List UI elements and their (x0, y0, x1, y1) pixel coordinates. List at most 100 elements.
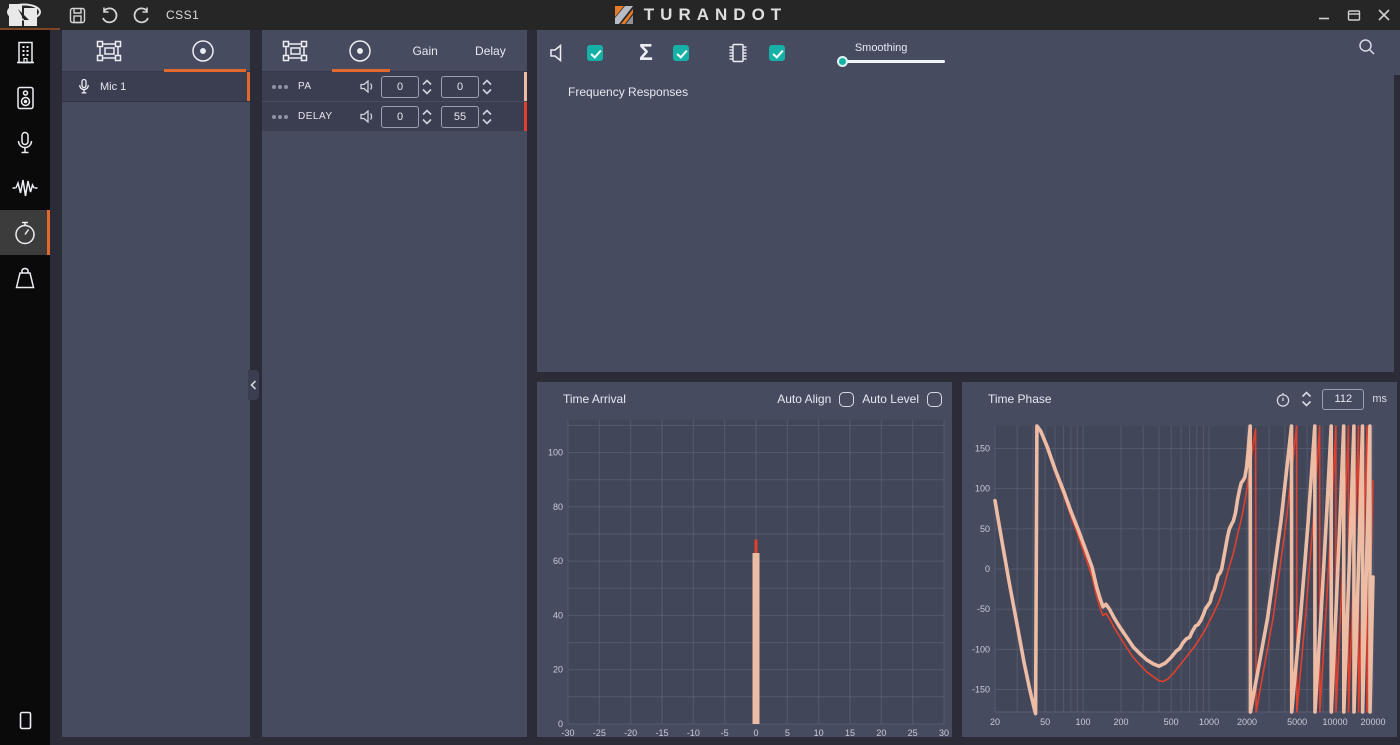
svg-text:5: 5 (785, 728, 790, 737)
channel-mute-button[interactable] (360, 110, 375, 123)
svg-text:-25: -25 (593, 728, 606, 737)
delay-ms-input[interactable] (1322, 389, 1364, 410)
speaker-icon (16, 86, 35, 110)
frequency-responses-title: Frequency Responses (568, 85, 688, 99)
close-button[interactable] (1376, 7, 1392, 23)
gain-input[interactable] (381, 106, 419, 128)
speaker-volume-icon (360, 80, 375, 93)
smoothing-slider-thumb[interactable] (837, 56, 848, 67)
minimize-button[interactable] (1316, 7, 1332, 23)
rail-item-venue[interactable] (0, 30, 50, 75)
app-title: TURANDOT (644, 5, 787, 25)
svg-text:0: 0 (753, 728, 758, 737)
transform-icon (282, 40, 308, 62)
svg-text:5000: 5000 (1287, 717, 1307, 727)
disc-icon (348, 39, 372, 63)
delay-input[interactable] (441, 106, 479, 128)
channel-row-delay: DELAY (262, 102, 527, 131)
channel-label: DELAY (298, 111, 360, 122)
document-name: CSS1 (166, 8, 199, 22)
svg-text:10: 10 (814, 728, 824, 737)
speakers-visibility-checkbox[interactable] (587, 45, 603, 61)
svg-text:60: 60 (553, 556, 563, 566)
auto-level-checkbox[interactable] (927, 392, 942, 407)
speaker-volume-icon (360, 110, 375, 123)
svg-text:100: 100 (975, 484, 990, 494)
gain-stepper[interactable] (419, 75, 435, 99)
rail-item-alignment[interactable] (0, 210, 50, 255)
panel-splitter (250, 30, 262, 737)
time-phase-title: Time Phase (988, 392, 1052, 406)
sum-icon: Σ (639, 41, 653, 64)
rail-item-speakers[interactable] (0, 75, 50, 120)
rail-item-microphones[interactable] (0, 120, 50, 165)
mic-list-item[interactable]: Mic 1 (62, 72, 250, 102)
mic-list-panel: Mic 1 (62, 30, 250, 737)
svg-text:40: 40 (553, 610, 563, 620)
microphone-icon (78, 78, 90, 95)
delay-column-header: Delay (458, 44, 523, 58)
search-icon (1358, 38, 1376, 56)
brand-mark-icon (613, 4, 635, 26)
processor-visibility-checkbox[interactable] (769, 45, 785, 61)
tab-mic-list[interactable] (156, 30, 250, 72)
undo-button[interactable] (98, 4, 120, 26)
delay-input[interactable] (441, 76, 479, 98)
delay-stepper[interactable] (479, 105, 495, 129)
gain-input[interactable] (381, 76, 419, 98)
svg-text:-5: -5 (721, 728, 729, 737)
microphone-icon (16, 131, 34, 155)
gain-column-header: Gain (393, 44, 458, 58)
save-button[interactable] (66, 4, 88, 26)
rail-item-weighting[interactable] (0, 255, 50, 300)
svg-text:30: 30 (939, 728, 949, 737)
tab-channel-geometry[interactable] (262, 30, 327, 72)
time-arrival-chart[interactable]: 020406080100-30-25-20-15-10-505101520253… (537, 382, 952, 737)
side-panel-icon (19, 711, 32, 730)
svg-text:50: 50 (980, 524, 990, 534)
channel-mute-button[interactable] (360, 80, 375, 93)
rail-item-measure[interactable] (0, 165, 50, 210)
row-menu-icon[interactable] (272, 115, 290, 119)
redo-button[interactable] (130, 4, 152, 26)
svg-text:80: 80 (553, 502, 563, 512)
auto-align-checkbox[interactable] (839, 392, 854, 407)
svg-text:20: 20 (553, 665, 563, 675)
time-arrival-panel: 020406080100-30-25-20-15-10-505101520253… (537, 382, 952, 737)
row-menu-icon[interactable] (272, 85, 290, 89)
mic-label: Mic 1 (100, 81, 126, 93)
weight-icon (14, 267, 36, 289)
channel-color-stripe (524, 102, 527, 131)
transform-icon (96, 40, 122, 62)
smoothing-label: Smoothing (837, 42, 945, 54)
svg-text:10000: 10000 (1323, 717, 1348, 727)
search-button[interactable] (1358, 38, 1376, 56)
delay-stepper[interactable] (479, 75, 495, 99)
collapse-panel-button[interactable] (248, 370, 259, 400)
svg-text:-30: -30 (561, 728, 574, 737)
time-phase-chart[interactable]: -150-100-5005010015020501002005001000200… (962, 382, 1397, 737)
tab-channel-list[interactable] (327, 30, 392, 72)
svg-text:25: 25 (908, 728, 918, 737)
svg-text:-50: -50 (977, 604, 990, 614)
svg-text:1000: 1000 (1199, 717, 1219, 727)
maximize-button[interactable] (1346, 7, 1362, 23)
disc-icon (191, 39, 215, 63)
panel-toggle-button[interactable] (0, 701, 50, 739)
view-toolbar: Σ Smoothing (537, 30, 1400, 75)
svg-text:20000: 20000 (1360, 717, 1385, 727)
smoothing-slider[interactable] (837, 60, 945, 63)
svg-text:20: 20 (876, 728, 886, 737)
gain-stepper[interactable] (419, 105, 435, 129)
svg-text:100: 100 (1076, 717, 1091, 727)
svg-text:200: 200 (1113, 717, 1128, 727)
svg-text:20: 20 (990, 717, 1000, 727)
app-window: CSS1 TURANDOT (0, 0, 1400, 745)
app-logo-icon[interactable] (5, 2, 45, 28)
svg-text:-10: -10 (687, 728, 700, 737)
tab-mic-geometry[interactable] (62, 30, 156, 72)
svg-text:-100: -100 (972, 644, 990, 654)
svg-text:15: 15 (845, 728, 855, 737)
delay-ms-stepper[interactable] (1298, 387, 1314, 411)
sum-visibility-checkbox[interactable] (673, 45, 689, 61)
